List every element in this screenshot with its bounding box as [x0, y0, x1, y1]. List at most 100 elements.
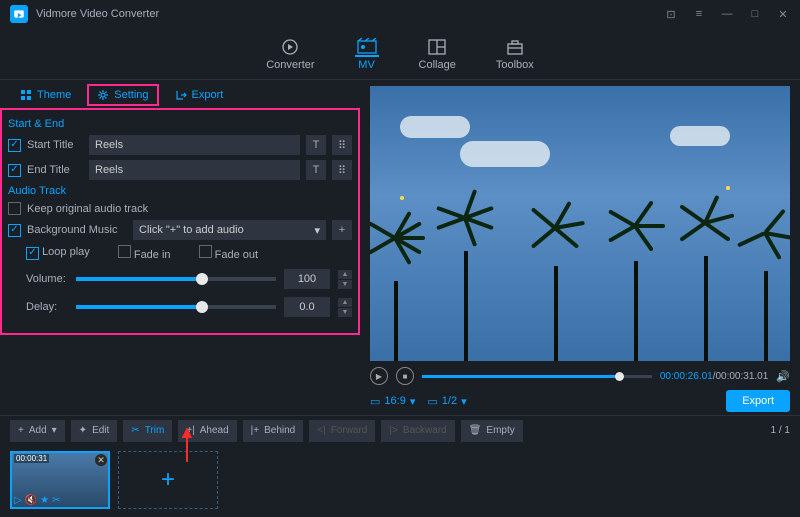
playback-controls: ▶ ■ 00:00:26.01/00:00:31.01 🔊	[370, 361, 790, 387]
converter-icon	[278, 37, 302, 57]
menu-icon[interactable]: ≡	[692, 8, 706, 20]
volume-slider[interactable]	[76, 277, 276, 281]
add-button[interactable]: +Add▾	[10, 420, 65, 442]
nav-toolbox[interactable]: Toolbox	[496, 37, 534, 71]
clip-play-icon[interactable]: ▷	[14, 495, 22, 506]
delay-slider[interactable]	[76, 305, 276, 309]
maximize-icon[interactable]: □	[748, 8, 762, 20]
grid-button[interactable]: ⠿	[332, 160, 352, 180]
empty-button[interactable]: 🗑Empty	[461, 420, 523, 442]
bg-music-select[interactable]: Click "+" to add audio ▾	[133, 220, 326, 240]
backward-button[interactable]: |>Backward	[381, 420, 454, 442]
clip-duration: 00:00:31	[14, 454, 49, 463]
scissors-icon: ✂	[131, 425, 139, 436]
grid-button[interactable]: ⠿	[332, 135, 352, 155]
behind-icon: |+	[251, 425, 259, 436]
backward-icon: |>	[389, 425, 397, 436]
bottom-toolbar: +Add▾ ✦Edit ✂Trim +|Ahead |+Behind <|For…	[0, 415, 800, 445]
edit-button[interactable]: ✦Edit	[71, 420, 118, 442]
fadein-label: Fade in	[134, 249, 171, 261]
stop-button[interactable]: ■	[396, 367, 414, 385]
text-style-button[interactable]: T	[306, 135, 326, 155]
close-icon[interactable]: ✕	[776, 8, 790, 21]
loop-checkbox[interactable]	[26, 247, 39, 260]
collage-icon	[425, 37, 449, 57]
text-style-button[interactable]: T	[306, 160, 326, 180]
add-audio-button[interactable]: +	[332, 220, 352, 240]
export-icon	[175, 89, 187, 101]
chevron-down-icon: ▾	[52, 425, 57, 436]
start-title-checkbox[interactable]	[8, 139, 21, 152]
chevron-down-icon: ▾	[461, 395, 467, 408]
preview-pane: ▶ ■ 00:00:26.01/00:00:31.01 🔊 ▭ 16:9 ▾ ▭…	[360, 80, 800, 415]
nav-mv[interactable]: MV	[355, 37, 379, 71]
forward-button[interactable]: <|Forward	[309, 420, 375, 442]
clip-thumbnail[interactable]: 00:00:31 ✕ ▷ 🔇 ★ ✂	[10, 451, 110, 509]
delay-up-button[interactable]: ▲	[338, 298, 352, 307]
nav-collage[interactable]: Collage	[419, 37, 456, 71]
tab-label: Theme	[37, 89, 71, 101]
keep-original-label: Keep original audio track	[27, 203, 148, 215]
nav-label: Toolbox	[496, 59, 534, 71]
section-audio: Audio Track	[8, 185, 352, 197]
title-bar: Vidmore Video Converter ⊡ ≡ — □ ✕	[0, 0, 800, 28]
volume-down-button[interactable]: ▼	[338, 280, 352, 289]
end-title-checkbox[interactable]	[8, 164, 21, 177]
video-preview[interactable]	[370, 86, 790, 361]
app-title: Vidmore Video Converter	[36, 8, 664, 20]
nav-converter[interactable]: Converter	[266, 37, 314, 71]
delay-value[interactable]: 0.0	[284, 297, 330, 317]
zoom-select[interactable]: ▭ 1/2 ▾	[427, 395, 466, 408]
plus-icon: +	[18, 425, 24, 436]
aspect-icon: ▭	[370, 395, 380, 408]
volume-value[interactable]: 100	[284, 269, 330, 289]
app-logo-icon	[10, 5, 28, 23]
theme-icon	[20, 89, 32, 101]
aspect-ratio-select[interactable]: ▭ 16:9 ▾	[370, 395, 415, 408]
fadeout-checkbox[interactable]	[199, 245, 212, 258]
time-display: 00:00:26.01/00:00:31.01	[660, 371, 768, 382]
trim-button[interactable]: ✂Trim	[123, 420, 172, 442]
bg-music-checkbox[interactable]	[8, 224, 21, 237]
clip-scissors-icon[interactable]: ✂	[52, 495, 60, 506]
start-title-input[interactable]	[89, 135, 300, 155]
minimize-icon[interactable]: —	[720, 8, 734, 20]
annotation-arrow-line	[186, 436, 188, 462]
keep-original-checkbox[interactable]	[8, 202, 21, 215]
volume-up-button[interactable]: ▲	[338, 270, 352, 279]
mv-icon	[355, 37, 379, 57]
volume-label: Volume:	[26, 273, 68, 285]
add-clip-button[interactable]: +	[118, 451, 218, 509]
clip-star-icon[interactable]: ★	[40, 495, 49, 506]
behind-button[interactable]: |+Behind	[243, 420, 304, 442]
volume-icon[interactable]: 🔊	[776, 370, 790, 383]
remove-clip-button[interactable]: ✕	[95, 454, 107, 466]
pager: 1 / 1	[771, 425, 790, 436]
nav-label: MV	[358, 59, 375, 71]
play-button[interactable]: ▶	[370, 367, 388, 385]
tab-label: Setting	[114, 89, 148, 101]
clip-thumbnails: 00:00:31 ✕ ▷ 🔇 ★ ✂ +	[0, 445, 800, 517]
section-start-end: Start & End	[8, 118, 352, 130]
feedback-icon[interactable]: ⊡	[664, 8, 678, 21]
bg-music-label: Background Music	[27, 224, 127, 236]
tab-setting[interactable]: Setting	[87, 84, 158, 106]
clip-mute-icon[interactable]: 🔇	[25, 495, 37, 506]
gear-icon	[97, 89, 109, 101]
nav-label: Converter	[266, 59, 314, 71]
fadein-checkbox[interactable]	[118, 245, 131, 258]
tab-label: Export	[192, 89, 224, 101]
tab-export[interactable]: Export	[167, 86, 232, 104]
timeline-slider[interactable]	[422, 375, 652, 378]
settings-highlight-box: Start & End Start Title T ⠿ End Title T …	[0, 108, 360, 335]
start-title-label: Start Title	[27, 139, 83, 151]
bg-music-placeholder: Click "+" to add audio	[139, 224, 244, 236]
delay-down-button[interactable]: ▼	[338, 308, 352, 317]
end-title-input[interactable]	[89, 160, 300, 180]
end-title-label: End Title	[27, 164, 83, 176]
settings-panel: Theme Setting Export Start & End Start T…	[0, 80, 360, 415]
export-button[interactable]: Export	[726, 390, 790, 412]
tab-theme[interactable]: Theme	[12, 86, 79, 104]
loop-label: Loop play	[42, 246, 90, 258]
forward-icon: <|	[317, 425, 325, 436]
